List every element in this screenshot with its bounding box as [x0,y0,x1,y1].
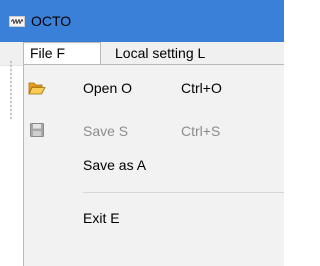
open-folder-icon [28,80,46,96]
menu-item-open-shortcut: Ctrl+O [181,80,222,96]
menu-local-setting[interactable]: Local setting L [109,42,211,65]
toolbar-grip[interactable] [10,60,12,120]
menu-item-save-label: Save S [83,123,129,139]
menu-item-open-label: Open O [83,80,133,96]
octo-app-icon[interactable] [9,15,25,27]
menu-item-exit-label: Exit E [83,210,120,226]
menu-separator [83,192,284,193]
menu-item-save-as[interactable]: Save as A [24,147,285,183]
menu-item-save-shortcut: Ctrl+S [181,123,221,139]
file-dropdown-menu: Open O Ctrl+O Save S Ctrl+S Save as A Ex… [23,64,284,266]
save-disk-icon [30,123,46,139]
menu-item-save[interactable]: Save S Ctrl+S [24,113,285,149]
menu-item-open[interactable]: Open O Ctrl+O [24,70,285,106]
window-title: OCTO [31,13,72,29]
menu-file[interactable]: File F [23,42,101,65]
menu-bar: File F Local setting L [0,42,284,66]
title-bar[interactable]: OCTO [0,0,284,42]
menu-item-save-as-label: Save as A [83,157,147,173]
menu-item-exit[interactable]: Exit E [24,200,285,236]
